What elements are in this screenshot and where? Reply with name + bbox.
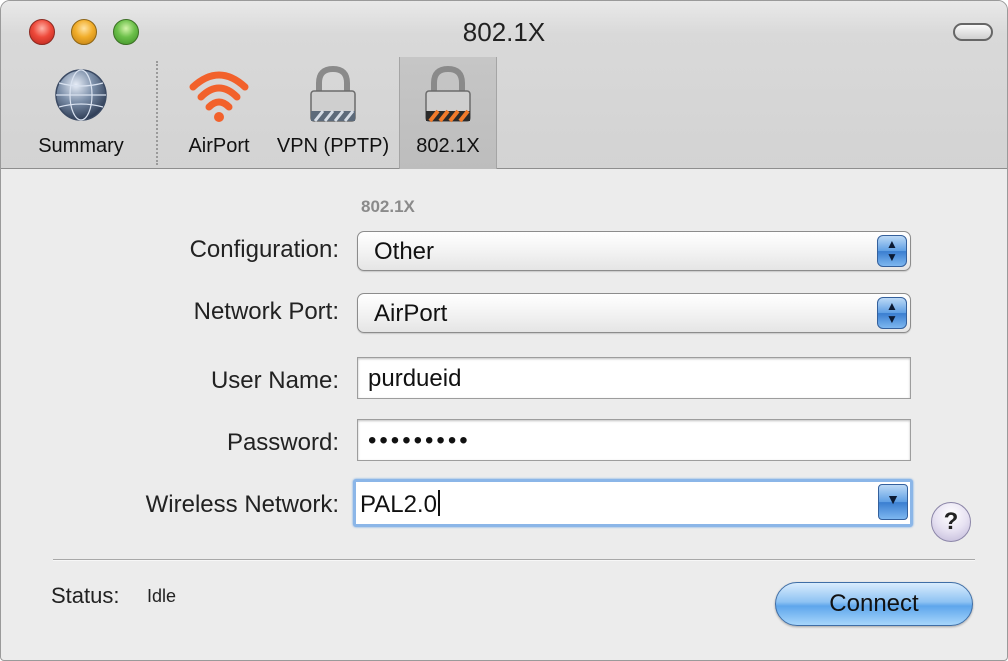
user-name-value: purdueid: [368, 365, 462, 392]
combobox-dropdown-button[interactable]: ▼: [878, 484, 908, 520]
popup-arrows-icon: ▲ ▼: [877, 297, 907, 329]
password-label: Password:: [226, 429, 339, 456]
user-name-field[interactable]: purdueid: [357, 357, 911, 399]
toolbar-item-summary[interactable]: Summary: [21, 57, 141, 169]
toolbar-item-label: Summary: [38, 135, 124, 157]
password-value: •••••••••: [368, 427, 471, 454]
toolbar-item-label: AirPort: [188, 135, 250, 157]
configuration-popup[interactable]: Other ▲ ▼: [357, 231, 911, 271]
chevron-down-icon: ▼: [886, 491, 900, 507]
toolbar-item-label: 802.1X: [416, 135, 480, 157]
lock-striped-icon: [416, 65, 480, 125]
toolbar-toggle-button[interactable]: [953, 23, 993, 41]
configuration-label: Configuration:: [189, 236, 339, 263]
connect-button[interactable]: Connect: [775, 582, 973, 626]
toolbar-item-vpn[interactable]: VPN (PPTP): [267, 57, 399, 169]
user-name-label: User Name:: [210, 367, 339, 394]
toolbar-item-label: VPN (PPTP): [276, 135, 390, 157]
network-port-value: AirPort: [374, 300, 448, 327]
network-port-popup[interactable]: AirPort ▲ ▼: [357, 293, 911, 333]
toolbar: Summary AirPort VPN (PPTP) 802.1X: [1, 57, 1007, 169]
globe-icon: [49, 65, 113, 125]
wireless-network-label: Wireless Network:: [145, 491, 339, 518]
section-title: 802.1X: [361, 197, 415, 216]
network-port-label: Network Port:: [193, 298, 339, 325]
toolbar-separator: [156, 61, 158, 165]
wifi-icon: [187, 65, 251, 125]
lock-icon: [301, 65, 365, 125]
divider: [53, 559, 975, 561]
status-value: Idle: [147, 586, 177, 606]
popup-arrows-icon: ▲ ▼: [877, 235, 907, 267]
wireless-network-value: PAL2.0: [360, 490, 440, 519]
toolbar-item-airport[interactable]: AirPort: [173, 57, 265, 169]
password-field[interactable]: •••••••••: [357, 419, 911, 461]
titlebar-toolbar: 802.1X Summary AirPort VPN (PPTP) 802.1X: [1, 1, 1007, 169]
window-title: 802.1X: [462, 17, 546, 47]
wireless-network-combobox[interactable]: PAL2.0 ▼: [353, 479, 913, 527]
help-icon: ?: [943, 508, 959, 535]
help-button[interactable]: ?: [931, 502, 971, 542]
window: 802.1X Summary AirPort VPN (PPTP) 802.1X…: [0, 0, 1008, 661]
status-label: Status:: [51, 583, 120, 608]
toolbar-item-8021x[interactable]: 802.1X: [399, 57, 497, 169]
configuration-value: Other: [374, 238, 435, 265]
